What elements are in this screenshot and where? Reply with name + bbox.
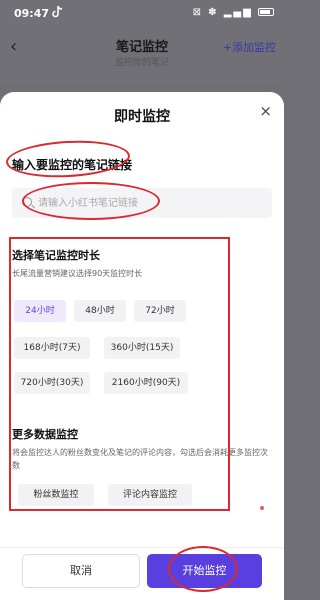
page-subtitle: 监控你的笔记: [114, 58, 169, 68]
cancel-button[interactable]: 取消: [22, 554, 140, 588]
annotation-ellipse-start: [168, 546, 238, 592]
status-time: 09:47: [14, 7, 50, 20]
nav-bar: [0, 594, 284, 600]
page-header: ‹ 笔记监控 监控你的笔记 +添加监控: [0, 26, 284, 86]
battery-icon: [258, 8, 274, 16]
sheet-title: 即时监控: [114, 109, 170, 125]
sheet-footer: 取消 开始监控: [0, 547, 284, 600]
status-bar: 09:47 ⊠ ✽ ▂▄▆: [0, 0, 284, 26]
hint-dot: [260, 506, 264, 510]
status-icons: ⊠ ✽ ▂▄▆: [193, 7, 274, 18]
annotation-ellipse-input: [22, 182, 160, 220]
annotation-rect-options: [9, 237, 230, 511]
tiktok-icon: [52, 6, 62, 18]
add-monitor-button[interactable]: +添加监控: [223, 39, 276, 55]
instant-monitor-sheet: 即时监控 × 输入要监控的笔记链接 选择笔记监控时长 长尾流量营销建议选择90天…: [0, 92, 284, 600]
close-icon[interactable]: ×: [259, 104, 272, 119]
annotation-ellipse-link-label: [5, 137, 131, 181]
